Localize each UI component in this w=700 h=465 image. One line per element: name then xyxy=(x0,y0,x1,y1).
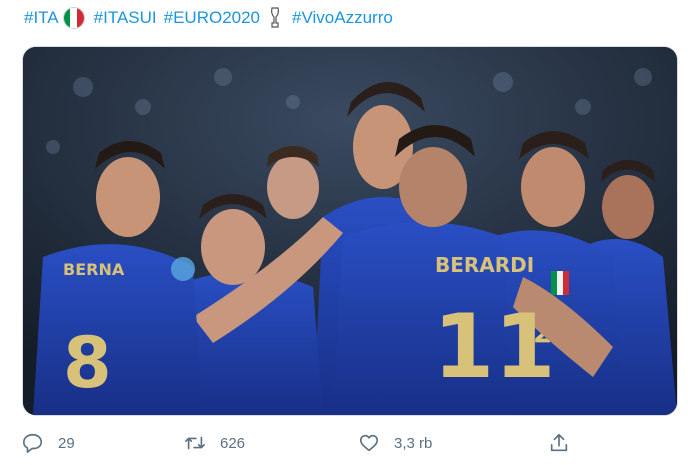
reply-count: 29 xyxy=(58,434,75,452)
like-count: 3,3 rb xyxy=(394,434,433,452)
left-jersey-number: 8 xyxy=(63,322,112,404)
retweet-button[interactable]: 626 xyxy=(184,428,245,458)
tweet-photo[interactable]: 22 BERARDI 11 BERNA 8 xyxy=(22,46,678,416)
like-button[interactable]: 3,3 rb xyxy=(358,428,432,458)
tweet-card: { "tweet": { "hashtags": ["#ITA", "#ITAS… xyxy=(0,0,700,465)
heart-icon xyxy=(359,434,379,452)
hashtag-itasui[interactable]: #ITASUI xyxy=(94,8,157,28)
hashtag-euro2020[interactable]: #EURO2020 xyxy=(164,8,260,28)
trophy-icon xyxy=(271,7,280,28)
tweet-text: #ITA #ITASUI #EURO2020 #VivoAzzurro xyxy=(24,6,393,30)
reply-button[interactable]: 29 xyxy=(22,428,75,458)
hashtag-vivoazzurro[interactable]: #VivoAzzurro xyxy=(292,8,393,28)
reply-icon xyxy=(23,433,43,453)
retweet-count: 626 xyxy=(220,434,246,452)
left-jersey-name: BERNA xyxy=(63,260,125,279)
italy-flag-icon xyxy=(62,7,85,29)
team-celebration-photo: 22 BERARDI 11 BERNA 8 xyxy=(23,47,677,415)
hashtag-ita[interactable]: #ITA xyxy=(24,8,59,28)
share-icon xyxy=(550,433,568,452)
jersey-number: 11 xyxy=(433,295,555,398)
jersey-name: BERARDI xyxy=(435,253,534,277)
tweet-actions: 29 626 3,3 rb xyxy=(22,428,676,458)
retweet-icon xyxy=(185,436,205,450)
share-button[interactable] xyxy=(548,428,570,458)
